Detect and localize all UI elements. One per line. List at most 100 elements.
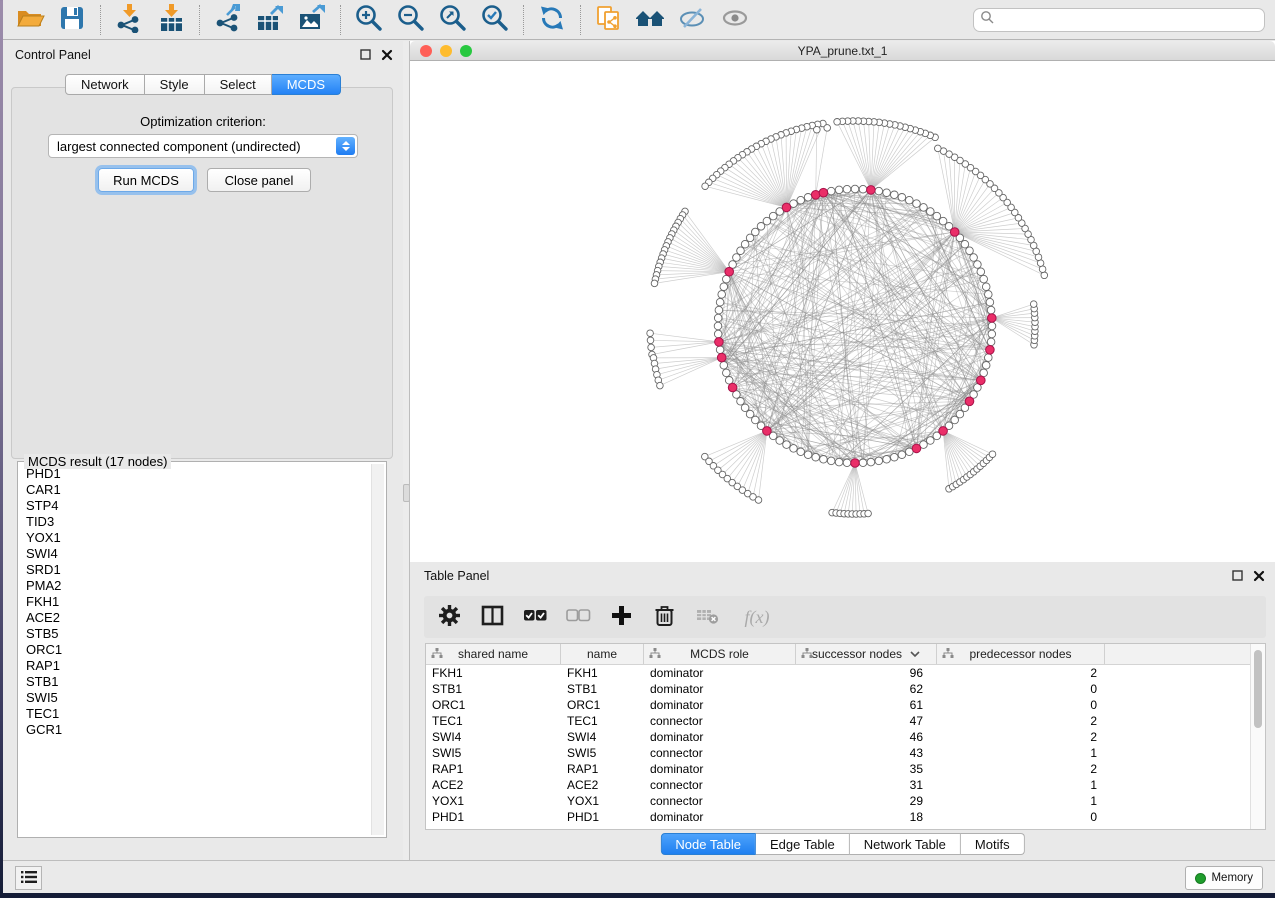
table-row[interactable]: SWI5SWI5connector431 [426, 745, 1265, 761]
result-item[interactable]: SWI4 [20, 546, 370, 562]
houses-icon [635, 3, 667, 36]
table-cell: connector [644, 745, 796, 761]
table-cell: 47 [796, 713, 937, 729]
result-item[interactable]: ACE2 [20, 610, 370, 626]
table-row[interactable]: PHD1PHD1dominator180 [426, 809, 1265, 825]
fx-icon: f(x) [745, 607, 770, 628]
table-cell: ACE2 [426, 777, 561, 793]
tab-node-table[interactable]: Node Table [660, 833, 756, 855]
table-cell: 1 [937, 793, 1105, 809]
result-item[interactable]: STB1 [20, 674, 370, 690]
node-table: shared namenameMCDS rolesuccessor nodesp… [425, 643, 1266, 830]
table-cell: 0 [937, 809, 1105, 825]
result-item[interactable]: STB5 [20, 626, 370, 642]
result-item[interactable]: STP4 [20, 498, 370, 514]
import-network-button[interactable] [111, 3, 147, 37]
result-item[interactable]: RAP1 [20, 658, 370, 674]
table-row[interactable]: STB1STB1dominator620 [426, 681, 1265, 697]
save-session-button[interactable] [54, 3, 90, 37]
zoom-in-button[interactable] [351, 3, 387, 37]
float-table-panel-button[interactable] [1231, 569, 1244, 582]
result-item[interactable]: YOX1 [20, 530, 370, 546]
add-column-button[interactable] [608, 604, 634, 630]
tab-mcds[interactable]: MCDS [272, 74, 341, 95]
tab-network-table[interactable]: Network Table [850, 833, 961, 855]
mcds-result-scrollbar[interactable] [371, 464, 384, 835]
show-columns-button[interactable] [479, 604, 505, 630]
table-row[interactable]: RAP1RAP1dominator352 [426, 761, 1265, 777]
column-header-name[interactable]: name [561, 644, 644, 664]
run-mcds-button[interactable]: Run MCDS [98, 168, 194, 192]
table-row[interactable]: FKH1FKH1dominator962 [426, 665, 1265, 681]
memory-button[interactable]: Memory [1185, 866, 1263, 890]
tab-network[interactable]: Network [65, 74, 145, 95]
table-row[interactable]: YOX1YOX1connector291 [426, 793, 1265, 809]
column-header-MCDS-role[interactable]: MCDS role [644, 644, 796, 664]
tab-style[interactable]: Style [145, 74, 205, 95]
table-scrollbar[interactable] [1250, 644, 1265, 829]
zoom-fit-button[interactable] [435, 3, 471, 37]
import-table-icon [156, 3, 186, 36]
close-panel-button[interactable] [380, 48, 393, 61]
table-row[interactable]: TEC1TEC1connector472 [426, 713, 1265, 729]
result-item[interactable]: PHD1 [20, 466, 370, 482]
export-image-button[interactable] [294, 3, 330, 37]
column-header-successor-nodes[interactable]: successor nodes [796, 644, 937, 664]
column-settings-button[interactable] [436, 604, 462, 630]
tab-select[interactable]: Select [205, 74, 272, 95]
result-item[interactable]: PMA2 [20, 578, 370, 594]
table-cell: SWI4 [426, 729, 561, 745]
export-network-button[interactable] [210, 3, 246, 37]
table-row[interactable]: SWI4SWI4dominator462 [426, 729, 1265, 745]
open-file-button[interactable] [12, 3, 48, 37]
table-cell: PHD1 [561, 809, 644, 825]
result-item[interactable]: TID3 [20, 514, 370, 530]
import-table-button[interactable] [153, 3, 189, 37]
first-neighbors-button[interactable] [633, 3, 669, 37]
unselect-all-button[interactable] [565, 604, 591, 630]
zoom-out-button[interactable] [393, 3, 429, 37]
search-field[interactable] [973, 8, 1265, 32]
tab-motifs[interactable]: Motifs [961, 833, 1025, 855]
result-item[interactable]: FKH1 [20, 594, 370, 610]
close-table-panel-button[interactable] [1252, 569, 1265, 582]
optimization-criterion-select[interactable]: largest connected component (undirected) [48, 134, 358, 158]
table-row[interactable]: ORC1ORC1dominator610 [426, 697, 1265, 713]
network-view-window: YPA_prune.txt_1 [409, 41, 1275, 562]
show-hidden-button[interactable] [717, 3, 753, 37]
network-window-titlebar[interactable]: YPA_prune.txt_1 [410, 41, 1275, 61]
select-all-button[interactable] [522, 604, 548, 630]
table-cell: 2 [937, 713, 1105, 729]
export-table-icon [255, 3, 285, 36]
result-item[interactable]: SWI5 [20, 690, 370, 706]
delete-table-button[interactable] [694, 604, 720, 630]
tab-edge-table[interactable]: Edge Table [756, 833, 850, 855]
export-table-button[interactable] [252, 3, 288, 37]
float-panel-button[interactable] [359, 48, 372, 61]
status-bar: Memory [3, 860, 1275, 893]
result-item[interactable]: ORC1 [20, 642, 370, 658]
close-mcds-panel-button[interactable]: Close panel [207, 168, 311, 192]
main-toolbar [3, 0, 1275, 40]
search-input[interactable] [998, 12, 1264, 28]
result-item[interactable]: GCR1 [20, 722, 370, 738]
function-builder-button[interactable]: f(x) [737, 604, 777, 630]
column-header-predecessor-nodes[interactable]: predecessor nodes [937, 644, 1105, 664]
network-graph[interactable] [410, 61, 1275, 562]
zoom-selected-button[interactable] [477, 3, 513, 37]
table-cell: YOX1 [561, 793, 644, 809]
table-panel: Table Panel f(x) shared namenameMCDS rol… [409, 562, 1275, 860]
task-history-button[interactable] [15, 866, 42, 890]
table-scrollbar-thumb[interactable] [1254, 650, 1262, 728]
result-item[interactable]: TEC1 [20, 706, 370, 722]
hide-selected-button[interactable] [675, 3, 711, 37]
table-cell: 96 [796, 665, 937, 681]
delete-column-button[interactable] [651, 604, 677, 630]
result-item[interactable]: SRD1 [20, 562, 370, 578]
column-header-shared-name[interactable]: shared name [426, 644, 561, 664]
memory-label: Memory [1211, 872, 1253, 884]
table-row[interactable]: ACE2ACE2connector311 [426, 777, 1265, 793]
refresh-button[interactable] [534, 3, 570, 37]
result-item[interactable]: CAR1 [20, 482, 370, 498]
copy-network-view-button[interactable] [591, 3, 627, 37]
